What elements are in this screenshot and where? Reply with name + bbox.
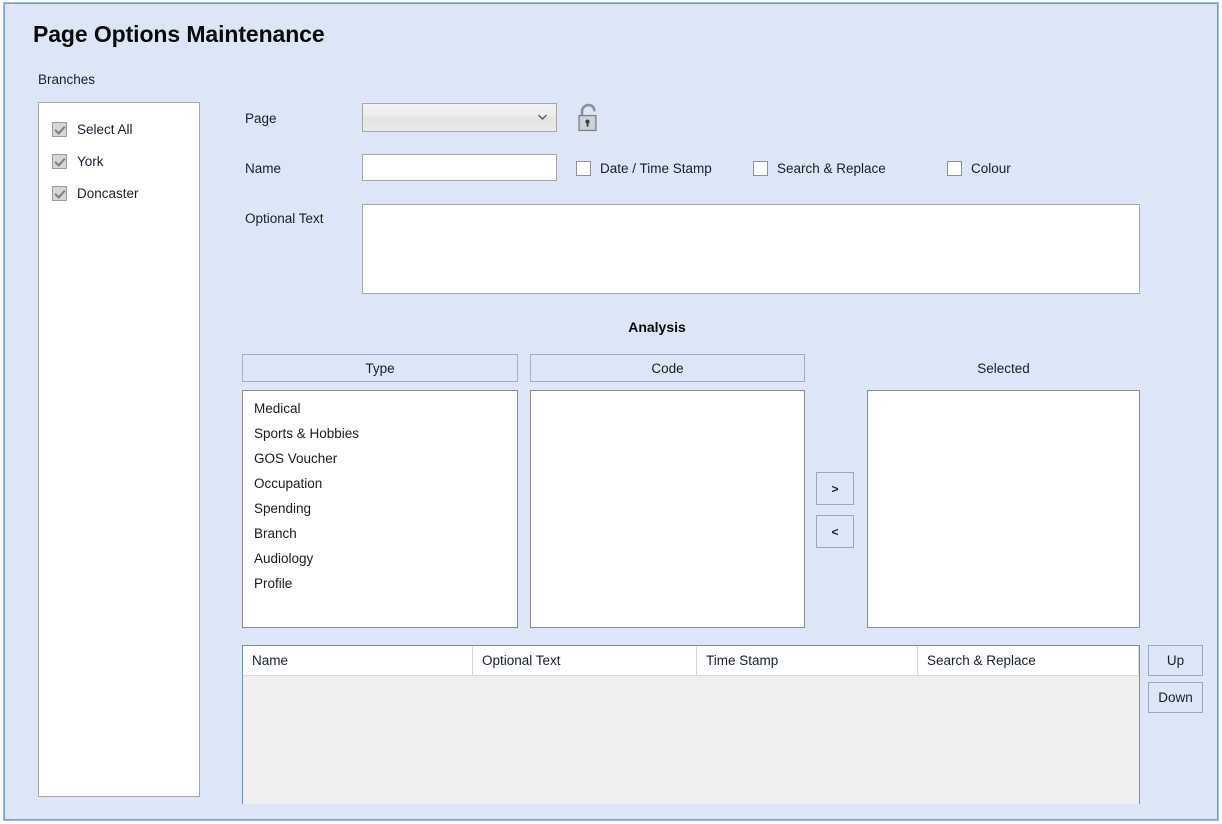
list-item[interactable]: GOS Voucher xyxy=(243,446,517,471)
grid-body[interactable] xyxy=(243,676,1139,804)
type-listbox[interactable]: Medical Sports & Hobbies GOS Voucher Occ… xyxy=(242,390,518,628)
branch-label: York xyxy=(77,153,104,169)
list-item[interactable]: Audiology xyxy=(243,546,517,571)
branch-item-doncaster[interactable]: Doncaster xyxy=(39,177,199,209)
optional-text-label: Optional Text xyxy=(245,211,324,226)
page-dropdown[interactable] xyxy=(362,103,557,132)
list-item[interactable]: Spending xyxy=(243,496,517,521)
branch-item-york[interactable]: York xyxy=(39,145,199,177)
list-item[interactable]: Branch xyxy=(243,521,517,546)
code-column-header: Code xyxy=(530,354,805,382)
page-title: Page Options Maintenance xyxy=(33,21,325,47)
option-date-time-stamp[interactable]: Date / Time Stamp xyxy=(576,161,712,176)
move-right-button[interactable]: > xyxy=(816,472,854,505)
option-colour[interactable]: Colour xyxy=(947,161,1011,176)
option-label: Date / Time Stamp xyxy=(600,161,712,176)
checkbox-doncaster[interactable] xyxy=(52,185,67,201)
page-options-maintenance-window: Page Options Maintenance Branches Select… xyxy=(3,2,1219,821)
chevron-down-icon xyxy=(538,114,547,120)
name-input[interactable] xyxy=(362,154,557,181)
name-field-label: Name xyxy=(245,161,282,176)
list-item[interactable]: Sports & Hobbies xyxy=(243,421,517,446)
move-down-button[interactable]: Down xyxy=(1148,682,1203,713)
checkbox-select-all[interactable] xyxy=(52,121,67,137)
option-label: Colour xyxy=(971,161,1011,176)
type-column-header: Type xyxy=(242,354,518,382)
branch-label: Select All xyxy=(77,121,133,137)
code-listbox[interactable] xyxy=(530,390,805,628)
page-field-label: Page xyxy=(245,111,277,126)
grid-header-name: Name xyxy=(243,646,473,675)
grid-header-time-stamp: Time Stamp xyxy=(697,646,918,675)
selected-column-header: Selected xyxy=(977,360,1030,376)
branch-item-select-all[interactable]: Select All xyxy=(39,113,199,145)
analysis-title-text: Analysis xyxy=(628,319,686,335)
checkbox-search-replace[interactable] xyxy=(753,161,768,176)
move-left-button[interactable]: < xyxy=(816,515,854,548)
grid-header-optional-text: Optional Text xyxy=(473,646,697,675)
option-search-replace[interactable]: Search & Replace xyxy=(753,161,886,176)
grid-header-row: Name Optional Text Time Stamp Search & R… xyxy=(243,646,1139,676)
page-options-grid[interactable]: Name Optional Text Time Stamp Search & R… xyxy=(242,645,1140,804)
checkbox-colour[interactable] xyxy=(947,161,962,176)
list-item[interactable]: Profile xyxy=(243,571,517,596)
list-item[interactable]: Medical xyxy=(243,396,517,421)
checkbox-york[interactable] xyxy=(52,153,67,169)
analysis-section-title: Analysis xyxy=(5,319,1217,335)
move-up-button[interactable]: Up xyxy=(1148,645,1203,676)
branch-label: Doncaster xyxy=(77,185,139,201)
unlock-icon[interactable] xyxy=(573,102,603,135)
branches-list[interactable]: Select All York Doncaster xyxy=(38,102,200,797)
branches-label: Branches xyxy=(38,72,96,87)
selected-listbox[interactable] xyxy=(867,390,1140,628)
option-label: Search & Replace xyxy=(777,161,886,176)
grid-header-search-replace: Search & Replace xyxy=(918,646,1139,675)
checkbox-date-time-stamp[interactable] xyxy=(576,161,591,176)
optional-text-input[interactable] xyxy=(362,204,1140,294)
list-item[interactable]: Occupation xyxy=(243,471,517,496)
